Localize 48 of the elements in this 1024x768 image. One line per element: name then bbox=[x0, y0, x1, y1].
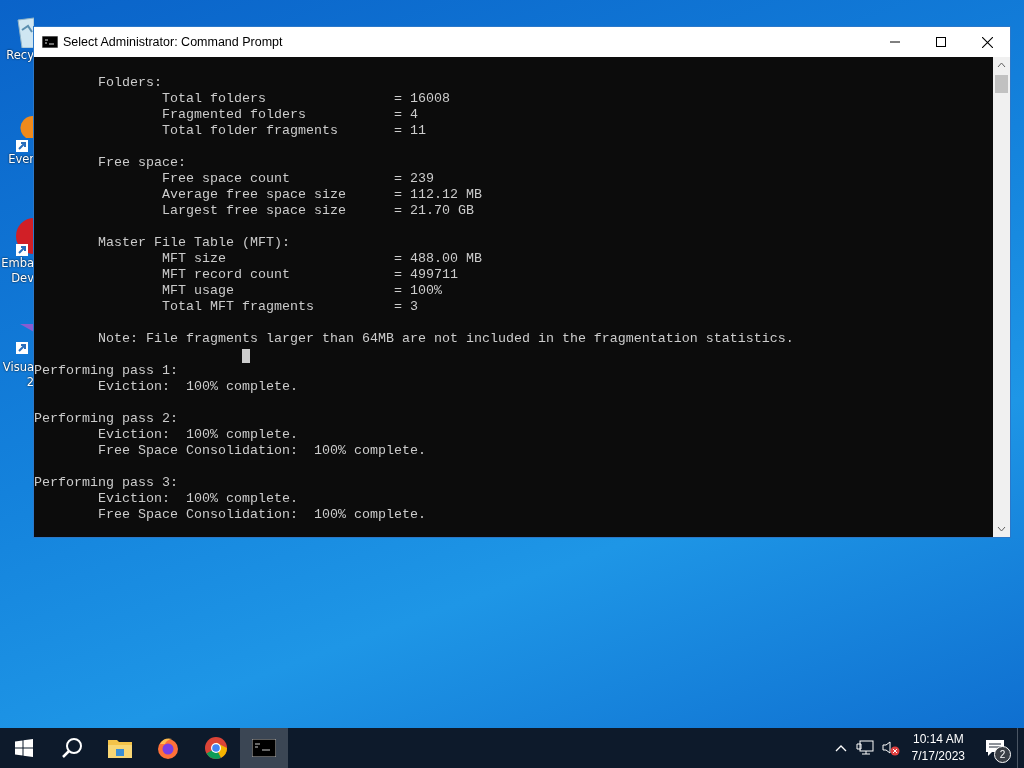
desktop-icon-label: Recy bbox=[6, 48, 34, 63]
console-line: MFT record count = 499711 bbox=[160, 267, 459, 283]
windows-logo-icon bbox=[15, 739, 33, 757]
console-line: Folders: bbox=[97, 75, 163, 91]
console-icon bbox=[252, 739, 276, 757]
console-line: MFT usage = 100% bbox=[160, 283, 443, 299]
search-icon bbox=[60, 736, 84, 760]
clock[interactable]: 10:14 AM 7/17/2023 bbox=[903, 728, 973, 768]
console-line: Total MFT fragments = 3 bbox=[160, 299, 419, 315]
console-line: Master File Table (MFT): bbox=[97, 235, 291, 251]
desktop-icon-label: Emba bbox=[1, 256, 34, 271]
console-line: Performing pass 1: bbox=[34, 363, 179, 379]
console-line: Average free space size = 112.12 MB bbox=[160, 187, 483, 203]
desktop-icon-label: Dev bbox=[11, 271, 34, 286]
chevron-up-icon bbox=[834, 744, 847, 752]
console-line: Free space: bbox=[97, 155, 187, 171]
console-line: Fragmented folders = 4 bbox=[160, 107, 419, 123]
network-icon[interactable] bbox=[855, 740, 874, 756]
round-browser-icon bbox=[204, 736, 228, 760]
console-line: Free space count = 239 bbox=[160, 171, 435, 187]
notification-count-badge: 2 bbox=[994, 746, 1011, 763]
notifications-button[interactable]: 2 bbox=[973, 728, 1017, 768]
desktop-icon-label: Ever bbox=[8, 152, 34, 167]
console-line: Total folders = 16008 bbox=[160, 91, 451, 107]
console-line: Performing pass 3: bbox=[34, 475, 179, 491]
console-line: MFT size = 488.00 MB bbox=[160, 251, 483, 267]
fox-globe-icon bbox=[156, 736, 180, 760]
console-line: Free Space Consolidation: 100% complete. bbox=[97, 507, 427, 523]
console-line: Eviction: 100% complete. bbox=[97, 427, 299, 443]
console-line: Eviction: 100% complete. bbox=[97, 491, 299, 507]
console-line: Largest free space size = 21.70 GB bbox=[160, 203, 475, 219]
maximize-icon bbox=[936, 37, 946, 47]
close-icon bbox=[981, 36, 993, 48]
window-title: Select Administrator: Command Prompt bbox=[63, 35, 283, 49]
console-line: Eviction: 100% complete. bbox=[97, 379, 299, 395]
folder-icon bbox=[108, 738, 132, 758]
console-line: Performing pass 2: bbox=[34, 411, 179, 427]
app-icon[interactable] bbox=[16, 216, 34, 256]
desktop-icon-label: Visua bbox=[2, 360, 34, 375]
console-icon bbox=[42, 36, 58, 48]
console-line: Note: File fragments larger than 64MB are not included in the fragmentation statistics. bbox=[97, 331, 795, 347]
desktop-icon-label: 2 bbox=[26, 375, 34, 390]
scrollbar-thumb[interactable] bbox=[995, 75, 1008, 93]
console-line: Free Space Consolidation: 100% complete. bbox=[97, 443, 427, 459]
scrollbar[interactable] bbox=[993, 57, 1010, 537]
console-line: Total folder fragments = 11 bbox=[160, 123, 427, 139]
muted-speaker-icon[interactable] bbox=[881, 740, 900, 756]
text-cursor bbox=[242, 349, 250, 363]
